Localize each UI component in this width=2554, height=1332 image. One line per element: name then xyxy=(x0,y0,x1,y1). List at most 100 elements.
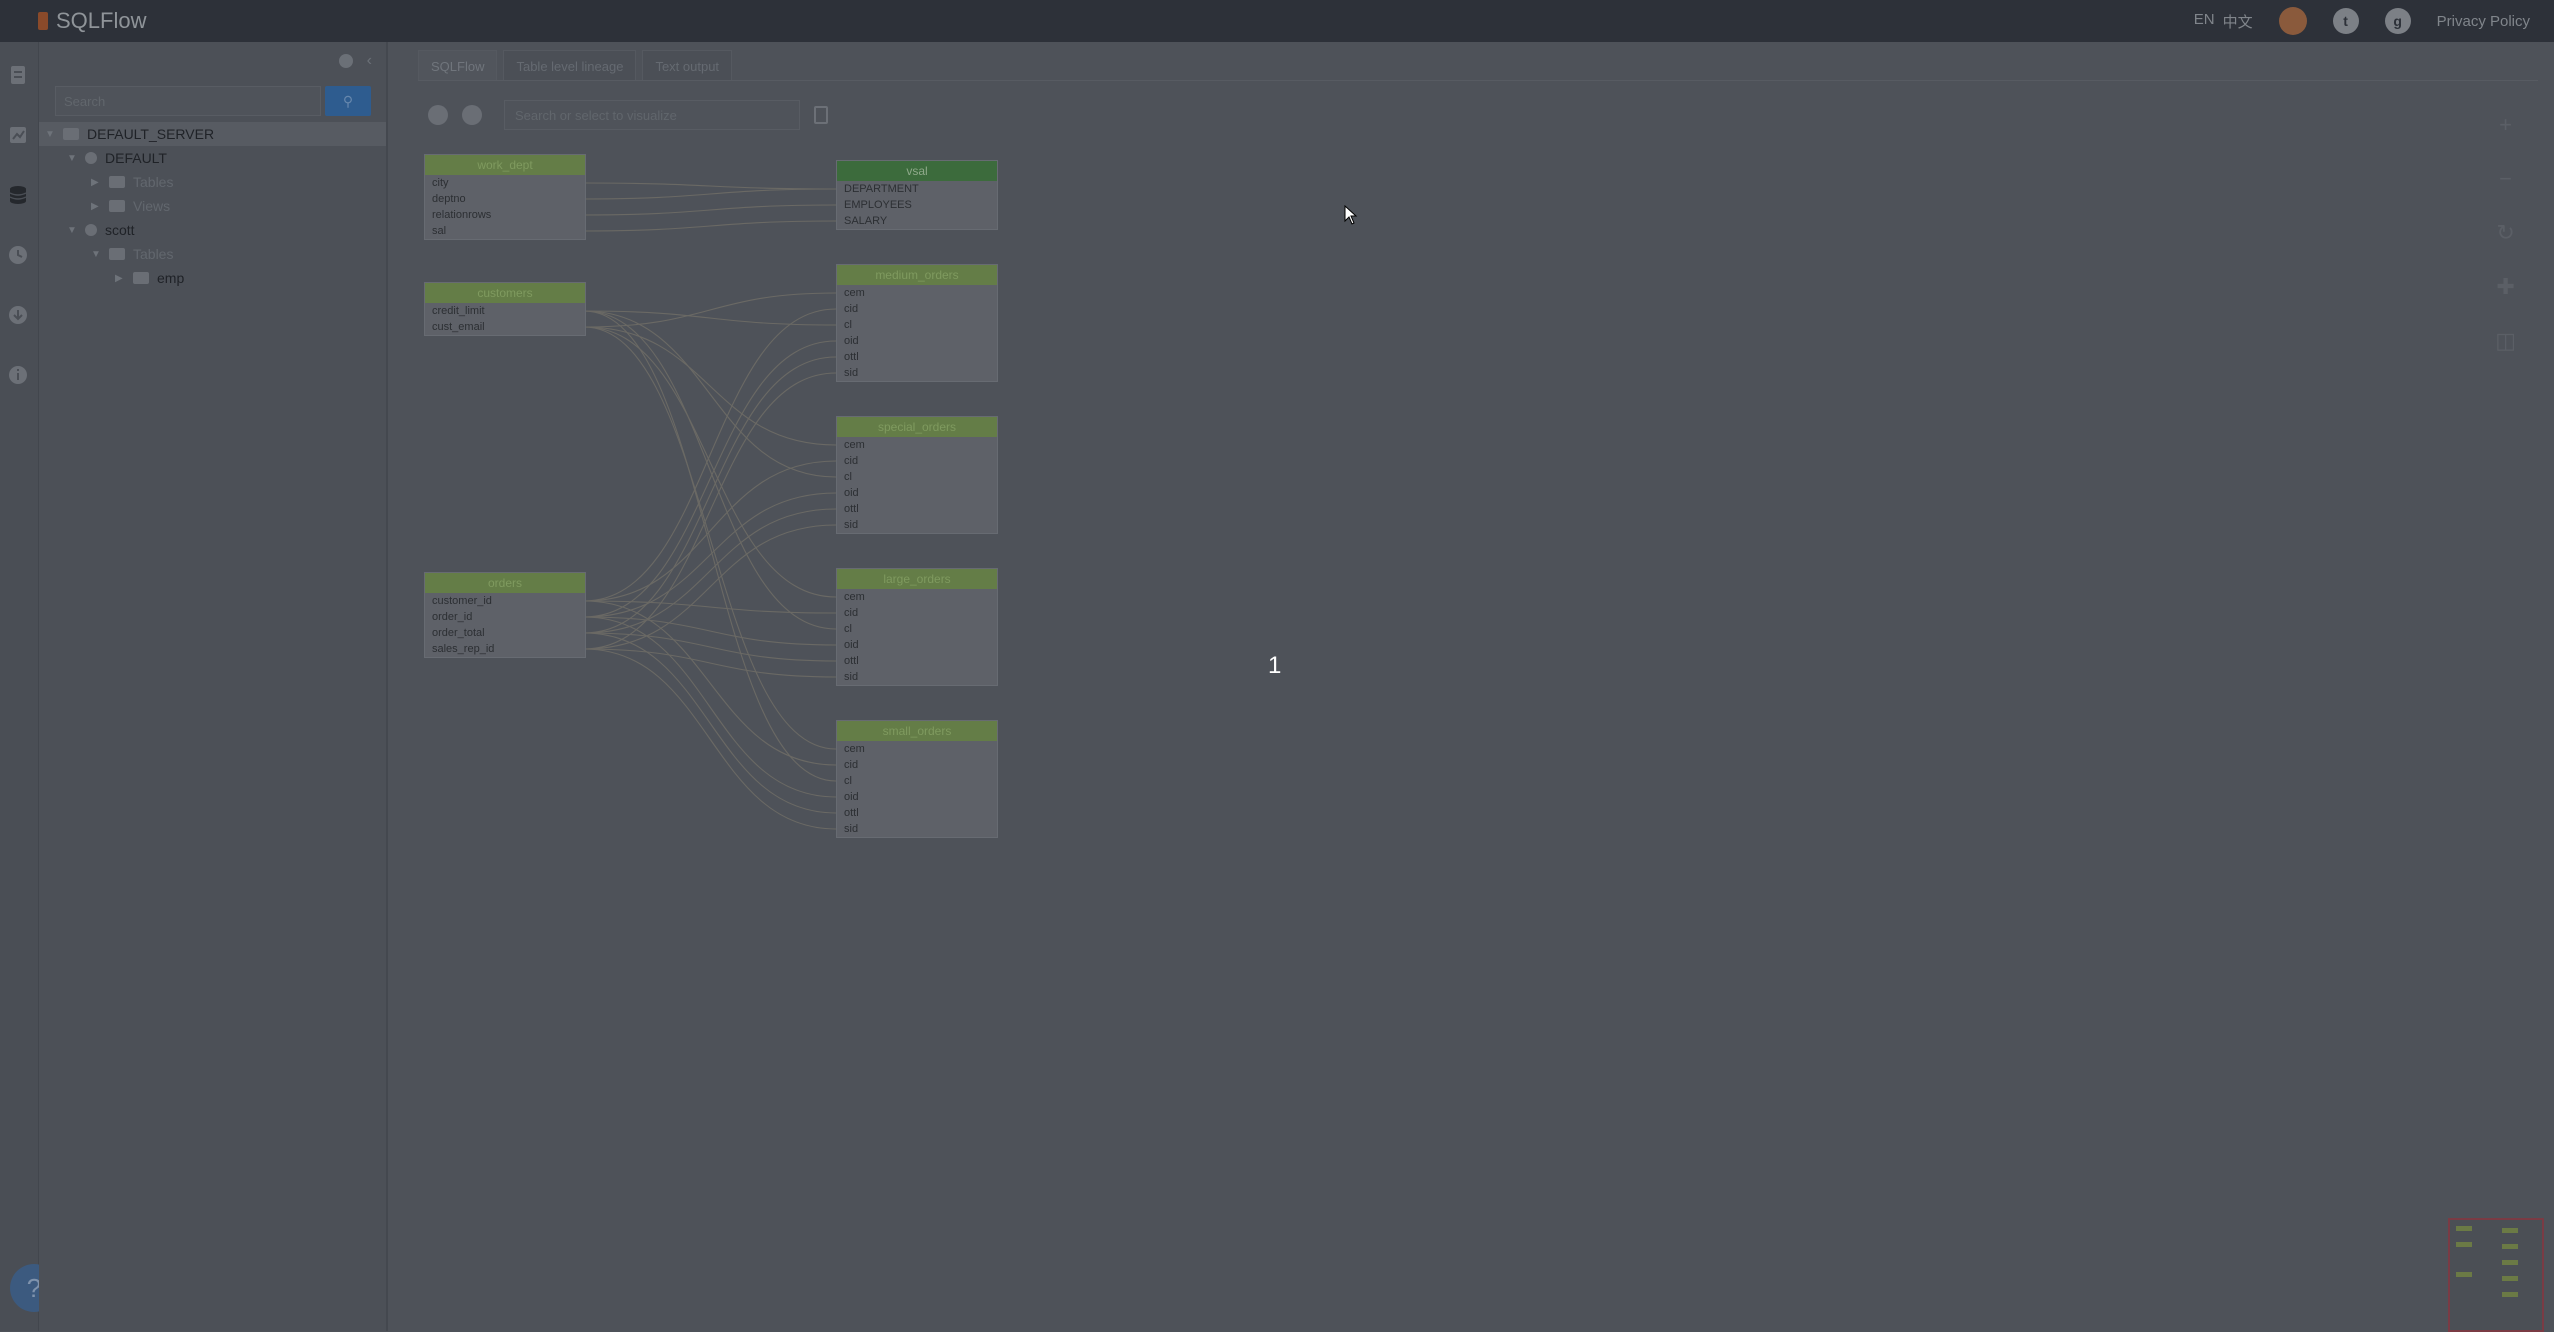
tree-tools: ‹ xyxy=(338,53,372,69)
expand-icon[interactable]: ▶ xyxy=(115,273,125,284)
info-icon[interactable] xyxy=(7,364,29,386)
lineage-column[interactable]: cl xyxy=(837,621,997,637)
lineage-link xyxy=(583,616,837,646)
lineage-column[interactable]: ottl xyxy=(837,805,997,821)
lineage-table[interactable]: medium_orders cem cid cl oid ottl sid xyxy=(836,264,998,382)
lineage-column[interactable]: sid xyxy=(837,821,997,837)
expand-icon[interactable]: ▶ xyxy=(91,177,101,188)
lineage-link xyxy=(583,310,837,326)
lineage-table[interactable]: special_orders cem cid cl oid ottl sid xyxy=(836,416,998,534)
tree-node-table[interactable]: ▶ emp xyxy=(39,266,386,290)
tree-node-tables[interactable]: ▶ Tables xyxy=(39,170,386,194)
lineage-column[interactable]: oid xyxy=(837,637,997,653)
lineage-column[interactable]: ottl xyxy=(837,501,997,517)
download-icon[interactable] xyxy=(7,304,29,326)
lineage-column[interactable]: cid xyxy=(837,605,997,621)
lineage-table-title: vsal xyxy=(837,161,997,181)
lineage-column[interactable]: oid xyxy=(837,789,997,805)
lineage-column[interactable]: cid xyxy=(837,757,997,773)
lineage-column[interactable]: cl xyxy=(837,469,997,485)
expand-icon[interactable]: ▼ xyxy=(67,153,77,164)
search-button[interactable]: ⚲ xyxy=(325,86,371,116)
top-bar: SQLFlow EN 中文 t g Privacy Policy xyxy=(0,0,2554,42)
lineage-table[interactable]: work_dept city deptno relationrows sal xyxy=(424,154,586,240)
tree-help-icon[interactable] xyxy=(338,54,353,68)
lineage-column[interactable]: order_id xyxy=(425,609,585,625)
tree-node-views[interactable]: ▶ Views xyxy=(39,194,386,218)
twitter-icon[interactable]: t xyxy=(2332,8,2359,34)
lineage-link xyxy=(583,326,837,598)
tree-node-tables[interactable]: ▼ Tables xyxy=(39,242,386,266)
lineage-table[interactable]: vsal DEPARTMENT EMPLOYEES SALARY xyxy=(836,160,998,230)
minimap-node xyxy=(2502,1260,2518,1265)
lineage-column[interactable]: sid xyxy=(837,365,997,381)
expand-icon[interactable]: ▼ xyxy=(67,225,77,236)
lineage-column[interactable]: customer_id xyxy=(425,593,585,609)
lineage-column[interactable]: sal xyxy=(425,223,585,239)
lineage-table-title: medium_orders xyxy=(837,265,997,285)
lineage-column[interactable]: deptno xyxy=(425,191,585,207)
lineage-column[interactable]: cem xyxy=(837,285,997,301)
lineage-column[interactable]: SALARY xyxy=(837,213,997,229)
lineage-column[interactable]: sid xyxy=(837,517,997,533)
table-icon xyxy=(133,272,149,284)
lineage-column[interactable]: cid xyxy=(837,453,997,469)
lineage-column[interactable]: oid xyxy=(837,333,997,349)
lineage-column[interactable]: cust_email xyxy=(425,319,585,335)
tree-node-label: Views xyxy=(133,198,171,214)
lineage-table-title: small_orders xyxy=(837,721,997,741)
lineage-link xyxy=(583,648,837,678)
privacy-policy-link[interactable]: Privacy Policy xyxy=(2437,13,2530,30)
lineage-table[interactable]: small_orders cem cid cl oid ottl sid xyxy=(836,720,998,838)
github-icon[interactable]: g xyxy=(2384,8,2411,34)
lineage-column[interactable]: sid xyxy=(837,669,997,685)
tree-node-schema[interactable]: ▼ scott xyxy=(39,218,386,242)
lineage-column[interactable]: sales_rep_id xyxy=(425,641,585,657)
user-avatar[interactable] xyxy=(2278,7,2307,35)
lineage-link xyxy=(583,632,837,662)
lang-zh-link[interactable]: 中文 xyxy=(2223,11,2253,32)
tree-node-database[interactable]: ▼ DEFAULT xyxy=(39,146,386,170)
minimap-node xyxy=(2502,1292,2518,1297)
document-icon[interactable] xyxy=(7,64,29,86)
history-icon[interactable] xyxy=(7,244,29,266)
expand-icon[interactable]: ▼ xyxy=(45,129,55,140)
lineage-table[interactable]: large_orders cem cid cl oid ottl sid xyxy=(836,568,998,686)
server-icon xyxy=(63,128,79,140)
lineage-column[interactable]: ottl xyxy=(837,349,997,365)
collapse-panel-icon[interactable]: ‹ xyxy=(367,53,372,69)
lineage-table-title: special_orders xyxy=(837,417,997,437)
lineage-link xyxy=(583,460,837,602)
lineage-column[interactable]: EMPLOYEES xyxy=(837,197,997,213)
lineage-column[interactable]: relationrows xyxy=(425,207,585,223)
lineage-column[interactable]: city xyxy=(425,175,585,191)
tree-node-server[interactable]: ▼ DEFAULT_SERVER xyxy=(39,122,386,146)
lineage-column[interactable]: cl xyxy=(837,773,997,789)
lineage-column[interactable]: oid xyxy=(837,485,997,501)
app-logo[interactable]: SQLFlow xyxy=(38,0,146,42)
left-icon-rail xyxy=(0,42,39,1331)
schema-search-input[interactable]: Search xyxy=(55,86,321,116)
lineage-column[interactable]: cid xyxy=(837,301,997,317)
expand-icon[interactable]: ▶ xyxy=(91,201,101,212)
lineage-column[interactable]: cem xyxy=(837,741,997,757)
lineage-column[interactable]: order_total xyxy=(425,625,585,641)
lineage-column[interactable]: cem xyxy=(837,437,997,453)
lineage-table-title: work_dept xyxy=(425,155,585,175)
minimap-node xyxy=(2502,1244,2518,1249)
chart-icon[interactable] xyxy=(7,124,29,146)
database-icon[interactable] xyxy=(7,184,29,206)
lineage-column[interactable]: ottl xyxy=(837,653,997,669)
minimap[interactable] xyxy=(2448,1218,2544,1332)
minimap-node xyxy=(2456,1226,2472,1231)
expand-icon[interactable]: ▼ xyxy=(91,249,101,260)
lineage-column[interactable]: cem xyxy=(837,589,997,605)
lineage-table[interactable]: orders customer_id order_id order_total sale… xyxy=(424,572,586,658)
lineage-table[interactable]: customers credit_limit cust_email xyxy=(424,282,586,336)
lang-en-link[interactable]: EN xyxy=(2194,11,2215,32)
lineage-column[interactable]: credit_limit xyxy=(425,303,585,319)
lineage-column[interactable]: DEPARTMENT xyxy=(837,181,997,197)
folder-icon xyxy=(109,248,125,260)
lineage-column[interactable]: cl xyxy=(837,317,997,333)
lineage-link xyxy=(583,310,837,630)
